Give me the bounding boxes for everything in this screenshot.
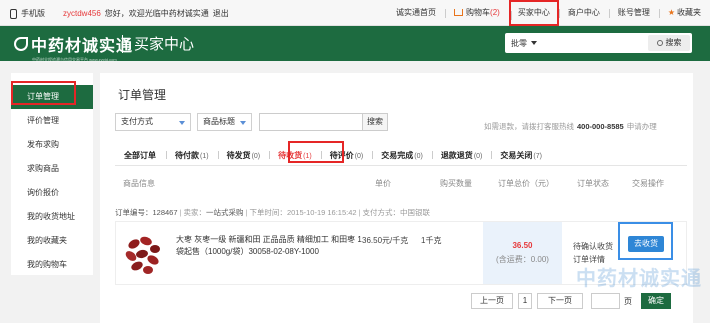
quantity: 1千克 <box>421 236 442 245</box>
product-title-dropdown[interactable]: 商品标题 <box>197 113 252 131</box>
sidebar-item-post-request[interactable]: 发布求购 <box>11 133 93 157</box>
prev-page-button[interactable]: 上一页 <box>471 293 513 309</box>
tab-label: 退款退货 <box>440 151 473 160</box>
tab-label: 待发货 <box>226 151 251 160</box>
cart-link[interactable]: 购物车(2) <box>445 0 509 26</box>
pay-method: 中国银联 <box>400 208 431 217</box>
product-thumbnail[interactable] <box>122 232 164 276</box>
logo-tagline: 中药材全程追溯与信用交易平台 www.zyctd.com <box>32 57 117 62</box>
col-unit-price: 单价 <box>375 179 391 188</box>
favorites-label: 收藏夹 <box>677 8 701 17</box>
top-bar: 手机版 zyctdw456 您好，欢迎光临中药材诚实通 退出 诚实通首页 购物车… <box>0 0 710 26</box>
top-links: 诚实通首页 购物车(2) 买家中心 商户中心 账号管理 ★ 收藏夹 <box>387 0 710 26</box>
username[interactable]: zyctdw456 <box>63 9 101 18</box>
top-bar-left: 手机版 zyctdw456 您好，欢迎光临中药材诚实通 退出 <box>10 8 229 19</box>
tab-count: (0) <box>473 153 483 160</box>
page-confirm-button[interactable]: 确定 <box>641 293 671 309</box>
status-text: 待确认收货 <box>573 242 613 251</box>
tab-label: 待付款 <box>175 151 199 160</box>
buyer-center-link[interactable]: 买家中心 <box>508 0 559 26</box>
tab-count: (0) <box>354 153 364 160</box>
product-description[interactable]: 大枣 灰枣一级 新疆和田 正品品质 精细加工 和田枣 1袋起售（1000g/袋）… <box>176 234 364 258</box>
order-total-cell <box>483 222 562 284</box>
sidebar-item-cart[interactable]: 我的购物车 <box>11 253 93 277</box>
merchant-center-link[interactable]: 商户中心 <box>558 0 609 26</box>
tab-refunds[interactable]: 退款退货(0) <box>431 150 492 161</box>
highlight-box-action <box>618 222 673 260</box>
col-order-total: 订单总价（元） <box>498 179 554 188</box>
col-order-status: 订单状态 <box>577 179 609 188</box>
order-status-tabs: 全部订单 待付款(1) 待发货(0) 待收货(1) 待评价(0) 交易完成(0)… <box>115 146 687 166</box>
search-icon <box>656 40 663 46</box>
site-logo[interactable]: 中药材诚实通 中药材全程追溯与信用交易平台 www.zyctd.com <box>14 32 133 63</box>
tab-closed[interactable]: 交易关闭(7) <box>491 150 551 161</box>
logo-leaf-icon <box>14 37 28 51</box>
tab-count: (0) <box>414 153 423 160</box>
order-no: 128467 <box>152 208 178 217</box>
tab-pending-payment[interactable]: 待付款(1) <box>166 150 218 161</box>
hotline-number: 400-000-8585 <box>577 122 624 131</box>
col-quantity: 购买数量 <box>440 179 472 188</box>
order-total: 36.50 <box>512 241 533 250</box>
mobile-version-link[interactable]: 手机版 <box>21 8 45 19</box>
sidebar-item-requested-goods[interactable]: 求购商品 <box>11 157 93 181</box>
header-search: 批零 搜索 <box>505 33 692 53</box>
table-header: 商品信息 单价 购买数量 订单总价（元） 订单状态 交易操作 <box>115 176 687 190</box>
sidebar-item-addresses[interactable]: 我的收货地址 <box>11 205 93 229</box>
order-meta: 订单编号：128467 | 卖家：一站式采购 | 下单时间：2015-10-19 16:… <box>115 208 431 217</box>
sidebar-item-inquiries[interactable]: 询价报价 <box>11 181 93 205</box>
tab-label: 全部订单 <box>124 151 156 160</box>
greeting-text: 您好，欢迎光临中药材诚实通 <box>104 9 209 18</box>
page-number-input[interactable] <box>591 293 620 309</box>
cart-icon <box>454 9 464 16</box>
current-page[interactable]: 1 <box>518 293 532 309</box>
unit-price: 36.50元/千克 <box>362 236 409 245</box>
cart-label: 购物车 <box>466 8 491 17</box>
seller-name[interactable]: 一站式采购 <box>206 208 244 217</box>
header-search-button[interactable]: 搜索 <box>648 35 690 51</box>
tab-label: 交易完成 <box>381 151 414 160</box>
page-suffix: 页 <box>624 297 632 306</box>
tab-completed[interactable]: 交易完成(0) <box>372 150 432 161</box>
logo-text: 中药材诚实通 <box>31 38 134 55</box>
site-watermark: 中药材诚实通 <box>576 268 702 290</box>
order-search-input[interactable] <box>259 113 363 131</box>
shipping-fee: (含运费：0.00) <box>496 255 549 264</box>
account-management-link[interactable]: 账号管理 <box>608 0 659 26</box>
page-section-title: 买家中心 <box>134 36 195 53</box>
pay-method-label: 支付方式： <box>362 208 401 217</box>
next-page-button[interactable]: 下一页 <box>537 293 583 309</box>
order-time-label: 下单时间： <box>249 208 287 217</box>
mobile-phone-icon <box>10 8 17 19</box>
star-icon: ★ <box>667 8 675 17</box>
cart-count: (2) <box>490 8 500 17</box>
col-actions: 交易操作 <box>632 179 664 188</box>
seller-label: 卖家： <box>183 208 206 217</box>
header-divider <box>122 35 123 53</box>
tab-count: (1) <box>200 153 209 160</box>
order-time: 2015-10-19 16:15:42 <box>286 208 357 217</box>
tab-all-orders[interactable]: 全部订单 <box>115 150 166 161</box>
order-no-label: 订单编号： <box>115 208 153 217</box>
sidebar-item-reviews[interactable]: 评价管理 <box>11 109 93 133</box>
highlight-box-sidebar <box>11 81 76 105</box>
payment-method-dropdown[interactable]: 支付方式 <box>115 113 191 131</box>
tab-pending-shipment[interactable]: 待发货(0) <box>217 150 270 161</box>
home-link[interactable]: 诚实通首页 <box>387 0 445 26</box>
page-title: 订单管理 <box>118 88 167 102</box>
sidebar-item-favorites[interactable]: 我的收藏夹 <box>11 229 93 253</box>
favorites-link[interactable]: ★ 收藏夹 <box>658 0 710 26</box>
tab-label: 交易关闭 <box>500 151 533 160</box>
order-search-button[interactable]: 搜索 <box>363 113 388 131</box>
tab-count: (7) <box>533 153 542 160</box>
refund-hint-suffix: 申请办理 <box>626 122 657 131</box>
logout-link[interactable]: 退出 <box>213 8 229 19</box>
search-scope-select[interactable]: 批零 <box>511 38 537 49</box>
refund-hint: 如需退款，请拨打客服热线 400-000-8585 申请办理 <box>484 121 657 132</box>
refund-hint-prefix: 如需退款，请拨打客服热线 <box>484 122 574 131</box>
highlight-box-tab <box>288 141 344 163</box>
tab-count: (0) <box>251 153 261 160</box>
col-product-info: 商品信息 <box>123 179 155 188</box>
header-search-label: 搜索 <box>665 38 682 47</box>
